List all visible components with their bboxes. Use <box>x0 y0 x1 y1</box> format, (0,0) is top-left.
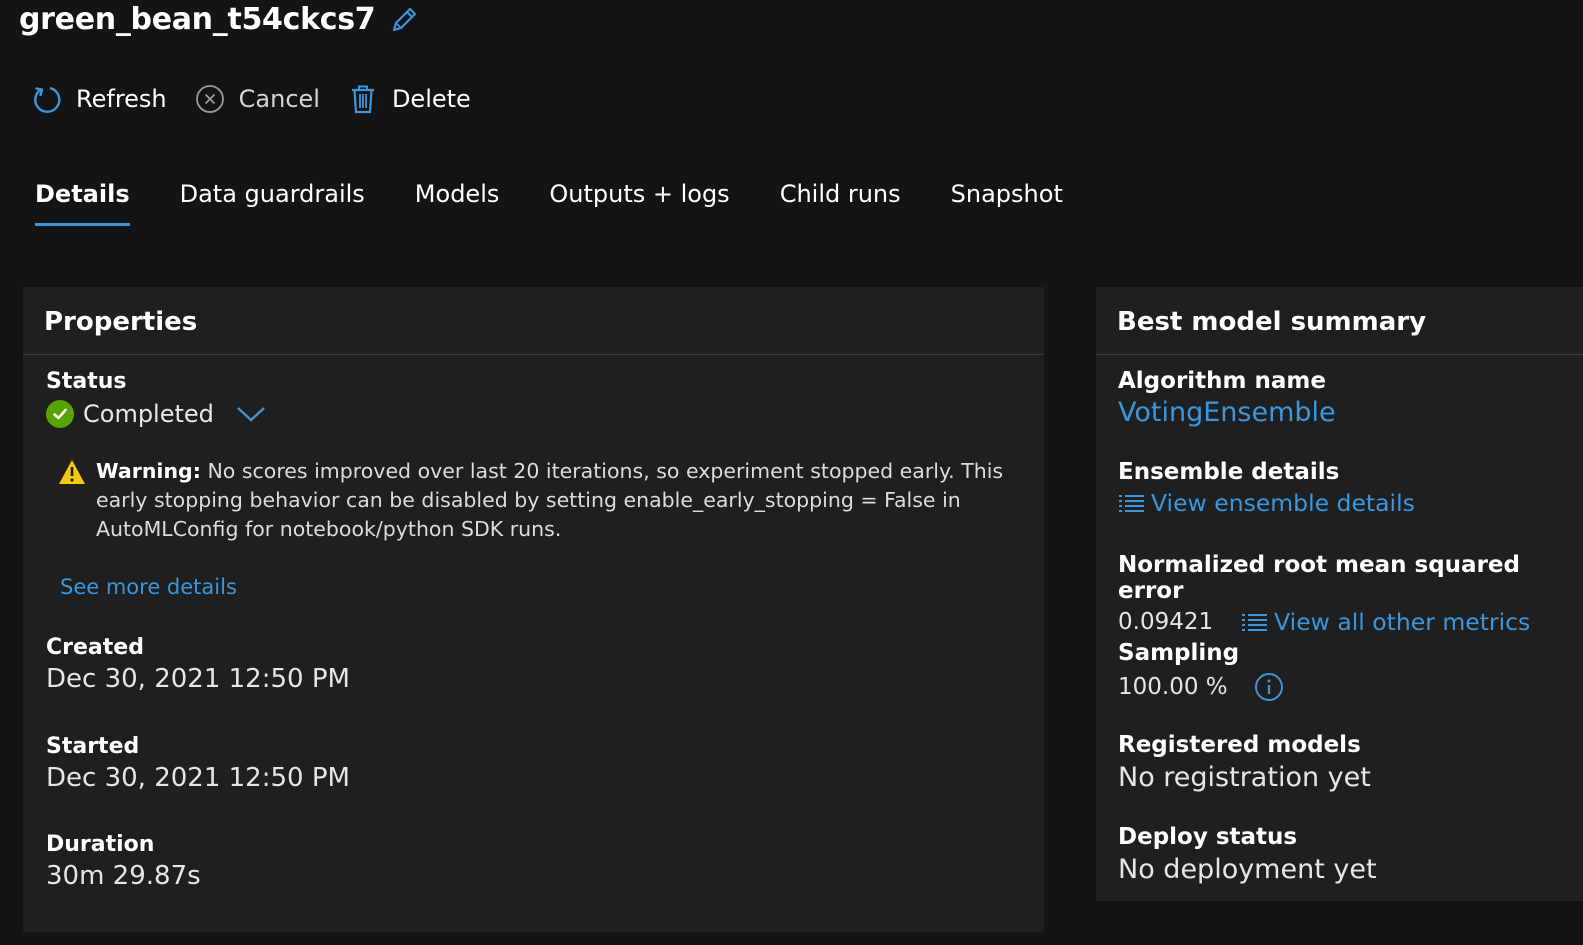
sampling-label: Sampling <box>1118 640 1240 666</box>
view-ensemble-details-link[interactable]: View ensemble details <box>1118 489 1415 517</box>
page-title-row: green_bean_t54ckcs7 <box>19 2 419 37</box>
tab-details[interactable]: Details <box>35 180 130 226</box>
toolbar: Refresh Cancel Delete <box>32 84 471 114</box>
view-ensemble-details-label: View ensemble details <box>1151 489 1415 517</box>
ensemble-label: Ensemble details <box>1118 459 1340 485</box>
trash-icon <box>348 84 378 114</box>
edit-pencil-icon[interactable] <box>389 5 419 35</box>
created-label: Created <box>46 635 144 660</box>
refresh-icon <box>32 84 62 114</box>
delete-label: Delete <box>391 85 471 113</box>
registered-models-value: No registration yet <box>1118 762 1371 793</box>
algorithm-label: Algorithm name <box>1118 368 1326 394</box>
status-label: Status <box>46 369 127 394</box>
tab-models[interactable]: Models <box>415 180 500 226</box>
started-value: Dec 30, 2021 12:50 PM <box>46 763 350 793</box>
success-check-icon <box>46 400 74 428</box>
deploy-status-section: Deploy status No deployment yet <box>1118 824 1377 885</box>
summary-title: Best model summary <box>1096 287 1583 355</box>
created-value: Dec 30, 2021 12:50 PM <box>46 664 350 694</box>
warning-text: No scores improved over last 20 iteratio… <box>96 459 1004 541</box>
best-model-summary-panel: Best model summary Algorithm name Voting… <box>1096 287 1583 901</box>
cancel-icon <box>195 84 225 114</box>
tab-bar: Details Data guardrails Models Outputs +… <box>35 180 1113 226</box>
duration-value: 30m 29.87s <box>46 861 201 891</box>
deploy-status-value: No deployment yet <box>1118 854 1377 885</box>
nrmse-row: 0.09421 View all other metrics <box>1118 608 1583 636</box>
registered-models-label: Registered models <box>1118 732 1361 758</box>
list-icon <box>1119 495 1144 512</box>
duration-section: Duration 30m 29.87s <box>46 832 201 891</box>
algorithm-link[interactable]: VotingEnsemble <box>1118 397 1336 428</box>
properties-panel: Properties Status Completed Warning: No … <box>23 287 1044 932</box>
created-section: Created Dec 30, 2021 12:50 PM <box>46 635 350 694</box>
algorithm-section: Algorithm name VotingEnsemble <box>1118 368 1336 428</box>
see-more-details-link[interactable]: See more details <box>60 575 237 599</box>
warning-icon <box>58 457 86 544</box>
nrmse-section: Normalized root mean squared error 0.094… <box>1118 552 1583 636</box>
tab-data-guardrails[interactable]: Data guardrails <box>180 180 365 226</box>
refresh-label: Refresh <box>76 85 167 113</box>
properties-title: Properties <box>23 287 1044 355</box>
nrmse-value: 0.09421 <box>1118 609 1214 635</box>
warning-text-block: Warning: No scores improved over last 20… <box>96 457 1018 544</box>
started-label: Started <box>46 734 140 759</box>
page-title: green_bean_t54ckcs7 <box>19 2 376 37</box>
ensemble-section: Ensemble details View ensemble details <box>1118 459 1415 517</box>
registered-models-section: Registered models No registration yet <box>1118 732 1371 793</box>
sampling-value: 100.00 % <box>1118 674 1228 700</box>
tab-child-runs[interactable]: Child runs <box>780 180 901 226</box>
view-all-metrics-link[interactable]: View all other metrics <box>1241 608 1530 636</box>
list-icon <box>1242 614 1268 631</box>
sampling-section: Sampling 100.00 % <box>1118 640 1284 702</box>
chevron-down-icon[interactable] <box>236 404 266 424</box>
deploy-status-label: Deploy status <box>1118 824 1298 850</box>
refresh-button[interactable]: Refresh <box>32 84 167 114</box>
warning-message: Warning: No scores improved over last 20… <box>58 457 1018 544</box>
delete-button[interactable]: Delete <box>348 84 471 114</box>
cancel-button[interactable]: Cancel <box>195 84 320 114</box>
info-icon[interactable] <box>1254 672 1284 702</box>
status-section: Status Completed <box>46 369 266 428</box>
status-value: Completed <box>83 400 214 428</box>
tab-outputs-logs[interactable]: Outputs + logs <box>549 180 729 226</box>
tab-snapshot[interactable]: Snapshot <box>951 180 1063 226</box>
duration-label: Duration <box>46 832 155 857</box>
nrmse-label: Normalized root mean squared error <box>1118 552 1520 604</box>
warning-prefix: Warning: <box>96 459 201 483</box>
status-row: Completed <box>46 400 266 428</box>
view-all-metrics-label: View all other metrics <box>1274 608 1531 636</box>
sampling-row: 100.00 % <box>1118 672 1284 702</box>
started-section: Started Dec 30, 2021 12:50 PM <box>46 734 350 793</box>
cancel-label: Cancel <box>238 85 320 113</box>
